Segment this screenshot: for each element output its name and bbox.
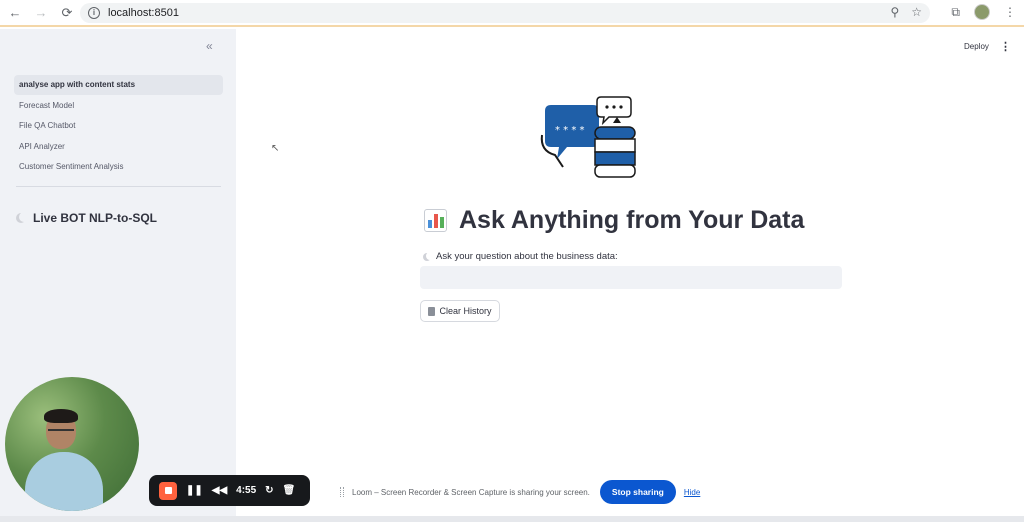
webcam-person-body — [25, 452, 103, 511]
forward-icon[interactable]: → — [28, 1, 54, 25]
stop-square-icon — [164, 487, 172, 494]
chat-database-illustration: * * * * — [540, 96, 636, 178]
svg-text:* * * *: * * * * — [555, 125, 585, 136]
sidebar-section-title: Live BOT NLP-to-SQL — [16, 211, 157, 225]
deploy-button[interactable]: Deploy — [964, 42, 989, 51]
drag-handle-icon[interactable] — [340, 487, 344, 497]
taskbar-edge — [0, 516, 1024, 522]
sidebar-item-api-analyzer[interactable]: API Analyzer — [14, 137, 223, 157]
sidebar-item-forecast-model[interactable]: Forecast Model — [14, 96, 223, 116]
screen-share-bar: Loom – Screen Recorder & Screen Capture … — [332, 478, 702, 506]
page-title-text: Ask Anything from Your Data — [459, 206, 805, 234]
moon-icon — [423, 251, 434, 261]
question-label-text: Ask your question about the business dat… — [436, 251, 618, 262]
recording-timer: 4:55 — [236, 485, 257, 496]
hide-link[interactable]: Hide — [684, 488, 700, 497]
stop-recording-button[interactable] — [159, 481, 177, 500]
browser-menu-icon[interactable]: ⋮ — [1004, 5, 1016, 19]
webcam-person-hair — [44, 409, 78, 423]
bookmark-star-icon[interactable]: ☆ — [911, 5, 922, 19]
sidebar-section-title-text: Live BOT NLP-to-SQL — [33, 211, 157, 225]
sidebar-nav: analyse app with content stats Forecast … — [14, 75, 223, 178]
webcam-bubble[interactable] — [5, 377, 139, 511]
site-info-icon[interactable]: i — [88, 7, 100, 19]
pause-icon[interactable]: ❚❚ — [186, 485, 203, 496]
question-input[interactable] — [420, 266, 842, 289]
question-label: Ask your question about the business dat… — [423, 251, 618, 262]
page-title: Ask Anything from Your Data — [424, 206, 804, 235]
address-bar[interactable]: i localhost:8501 ⚲ ☆ — [80, 3, 930, 23]
profile-avatar[interactable] — [974, 4, 990, 20]
browser-toolbar: ← → ⟳ i localhost:8501 ⚲ ☆ ⧉ ⋮ — [0, 0, 1024, 27]
extensions-icon[interactable]: ⧉ — [951, 5, 960, 20]
moon-icon — [16, 212, 29, 223]
url-text[interactable]: localhost:8501 — [108, 7, 179, 19]
mouse-cursor-icon: ↖ — [271, 143, 280, 154]
collapse-sidebar-icon[interactable]: « — [206, 39, 213, 53]
bar-chart-icon — [424, 209, 447, 232]
zoom-icon[interactable]: ⚲ — [890, 5, 899, 19]
loom-control-bar: ❚❚ ◀◀ 4:55 ↻ 🗑 — [149, 475, 310, 506]
app-menu-icon[interactable]: ⋮ — [1000, 40, 1011, 53]
back-icon[interactable]: ← — [2, 1, 28, 25]
share-status-text: Loom – Screen Recorder & Screen Capture … — [352, 487, 590, 497]
restart-icon[interactable]: ↻ — [265, 485, 273, 496]
sidebar-item-customer-sentiment[interactable]: Customer Sentiment Analysis — [14, 157, 223, 177]
sidebar-item-file-qa-chatbot[interactable]: File QA Chatbot — [14, 116, 223, 136]
delete-recording-icon[interactable]: 🗑 — [283, 485, 296, 496]
stop-sharing-button[interactable]: Stop sharing — [599, 480, 676, 504]
clear-history-label: Clear History — [439, 306, 492, 316]
rewind-icon[interactable]: ◀◀ — [212, 485, 227, 496]
clear-history-button[interactable]: Clear History — [420, 300, 500, 322]
sidebar-divider — [16, 186, 221, 187]
reload-icon[interactable]: ⟳ — [54, 1, 80, 25]
trash-icon — [428, 306, 436, 316]
sidebar-item-content-stats[interactable]: analyse app with content stats — [14, 75, 223, 95]
webcam-person-glasses — [48, 429, 74, 434]
